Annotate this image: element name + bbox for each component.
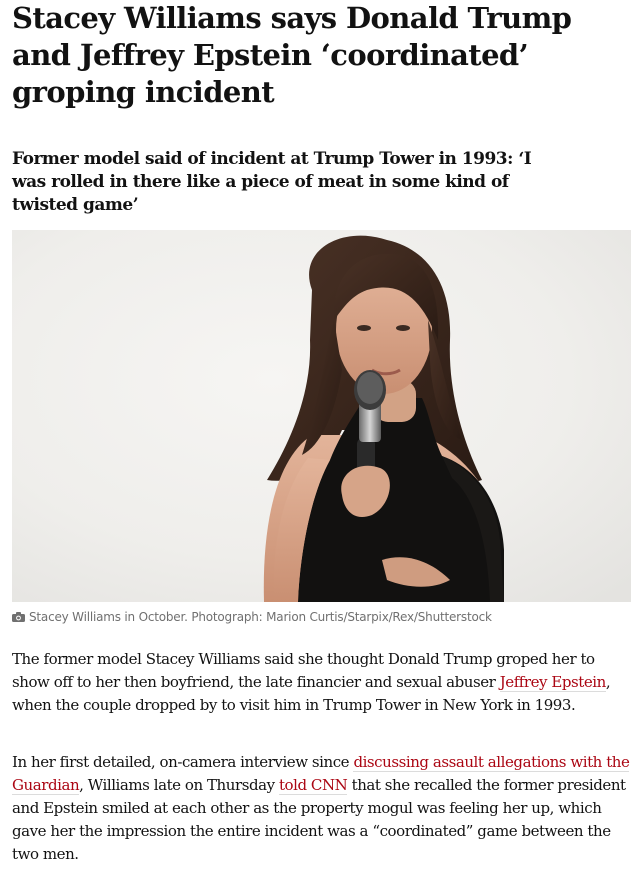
article-page: Stacey Williams says Donald Trump and Je… [0, 0, 639, 880]
camera-icon [12, 612, 25, 622]
photo-caption: Stacey Williams in October. Photograph: … [12, 609, 632, 625]
paragraph-2-text-a: In her first detailed, on-camera intervi… [12, 753, 354, 771]
article-standfirst: Former model said of incident at Trump T… [12, 149, 532, 215]
jeffrey-epstein-link[interactable]: Jeffrey Epstein [499, 673, 606, 692]
article-headline: Stacey Williams says Donald Trump and Je… [12, 1, 572, 109]
paragraph-1: The former model Stacey Williams said sh… [12, 648, 632, 717]
paragraph-2: In her first detailed, on-camera intervi… [12, 751, 632, 866]
told-cnn-link[interactable]: told CNN [278, 776, 348, 795]
paragraph-2-text-b: , Williams late on Thursday [79, 776, 279, 794]
article-photo [12, 230, 631, 602]
photo-caption-text: Stacey Williams in October. Photograph: … [29, 610, 492, 624]
